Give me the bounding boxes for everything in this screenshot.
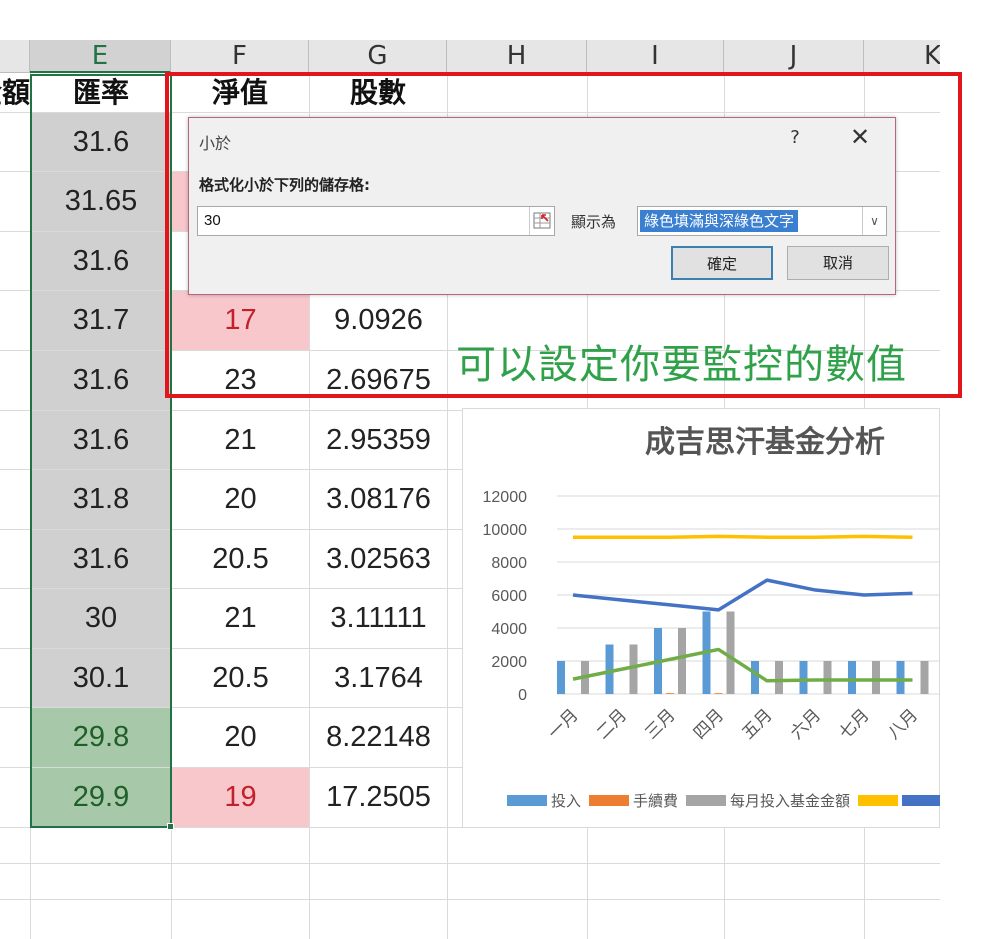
fill-handle[interactable]	[167, 823, 174, 830]
cell-exchange-rate[interactable]: 31.6	[31, 113, 171, 171]
fund-analysis-chart[interactable]: 成吉思汗基金分析 0 2000 4000 6000 8000 10000 12000 一月 二月三…	[462, 408, 940, 828]
bar-0-1	[605, 644, 614, 694]
column-header-k[interactable]: K	[864, 40, 940, 73]
y-tick-label: 0	[518, 687, 527, 704]
cell-units[interactable]: 3.1764	[310, 649, 447, 707]
chart-title: 成吉思汗基金分析	[645, 425, 885, 460]
bar-2-3	[726, 611, 735, 694]
cell-exchange-rate[interactable]: 31.7	[31, 291, 171, 350]
bar-2-5	[823, 661, 832, 694]
x-tick-label: 三月	[641, 705, 679, 743]
annotation-text: 可以設定你要監控的數值	[456, 342, 907, 388]
column-header-j[interactable]: J	[724, 40, 864, 73]
cell-exchange-rate[interactable]: 31.65	[31, 172, 171, 231]
bar-2-2	[678, 628, 686, 694]
cell-exchange-rate[interactable]: 30	[31, 589, 171, 648]
bar-0-0	[557, 661, 565, 694]
x-tick-label: 四月	[690, 705, 728, 743]
cell-units[interactable]: 17.2505	[310, 768, 447, 827]
cell-nav[interactable]: 21	[172, 589, 309, 648]
cell-exchange-rate[interactable]: 30.1	[31, 649, 171, 707]
column-header-d[interactable]	[0, 40, 30, 73]
bar-2-4	[775, 661, 783, 694]
y-tick-label: 4000	[491, 621, 527, 638]
bar-0-5	[799, 661, 808, 694]
cell-nav[interactable]: 21	[172, 411, 309, 469]
bar-0-4	[751, 661, 759, 694]
y-tick-label: 10000	[483, 522, 528, 539]
cell-units[interactable]: 3.11111	[310, 589, 447, 648]
bar-1-3	[714, 693, 723, 694]
column-header-g[interactable]: G	[309, 40, 447, 73]
legend-entry-0: 投入	[551, 792, 581, 810]
column-header-e[interactable]: E	[30, 40, 171, 73]
cell-units[interactable]: 2.95359	[310, 411, 447, 469]
header-cell-amount-partial[interactable]: 金額	[0, 74, 30, 112]
cell-exchange-rate[interactable]: 31.6	[31, 530, 171, 588]
x-tick-label: 六月	[787, 705, 825, 743]
bar-0-7	[896, 661, 905, 694]
legend-swatch-3	[858, 795, 898, 806]
cell-units[interactable]: 3.08176	[310, 470, 447, 529]
cell-exchange-rate[interactable]: 31.6	[31, 411, 171, 469]
x-tick-label: 一月	[544, 705, 582, 743]
x-tick-label: 五月	[738, 705, 776, 743]
cell-exchange-rate[interactable]: 31.6	[31, 232, 171, 290]
cell-units[interactable]: 8.22148	[310, 708, 447, 767]
bar-2-6	[872, 661, 880, 694]
cell-exchange-rate[interactable]: 31.6	[31, 351, 171, 410]
cell-exchange-rate[interactable]: 29.9	[31, 768, 171, 827]
legend-swatch-0	[507, 795, 547, 806]
cell-nav[interactable]: 20	[172, 470, 309, 529]
y-tick-label: 8000	[491, 555, 527, 572]
cell-nav[interactable]: 20	[172, 708, 309, 767]
cell-units[interactable]: 3.02563	[310, 530, 447, 588]
legend-swatch-4	[902, 795, 940, 806]
bar-2-1	[629, 644, 638, 694]
chart-svg: 成吉思汗基金分析 0 2000 4000 6000 8000 10000 12000 一月 二月三…	[483, 425, 940, 810]
line-series-2	[572, 647, 913, 683]
column-header-i[interactable]: I	[587, 40, 724, 73]
x-tick-label: 八月	[884, 705, 922, 743]
y-tick-label: 6000	[491, 588, 527, 605]
cell-nav[interactable]: 20.5	[172, 649, 309, 707]
y-tick-label: 12000	[483, 489, 528, 506]
column-header-f[interactable]: F	[171, 40, 309, 73]
legend-swatch-2	[686, 795, 726, 806]
header-cell-exchange-rate[interactable]: 匯率	[31, 74, 171, 112]
legend-swatch-1	[589, 795, 629, 806]
cell-exchange-rate[interactable]: 29.8	[31, 708, 171, 767]
bar-1-2	[666, 693, 674, 694]
cell-nav[interactable]: 19	[172, 768, 309, 827]
y-tick-label: 2000	[491, 654, 527, 671]
line-series-0	[573, 534, 913, 539]
cell-exchange-rate[interactable]: 31.8	[31, 470, 171, 529]
x-tick-label: 七月	[835, 705, 873, 743]
bar-0-6	[848, 661, 856, 694]
cell-nav[interactable]: 20.5	[172, 530, 309, 588]
bar-2-7	[920, 661, 929, 694]
column-header-h[interactable]: H	[447, 40, 587, 73]
legend-entry-1: 手續費	[633, 792, 678, 810]
legend-entry-2: 每月投入基金金額	[730, 792, 850, 810]
x-tick-label: 二月	[593, 705, 631, 743]
